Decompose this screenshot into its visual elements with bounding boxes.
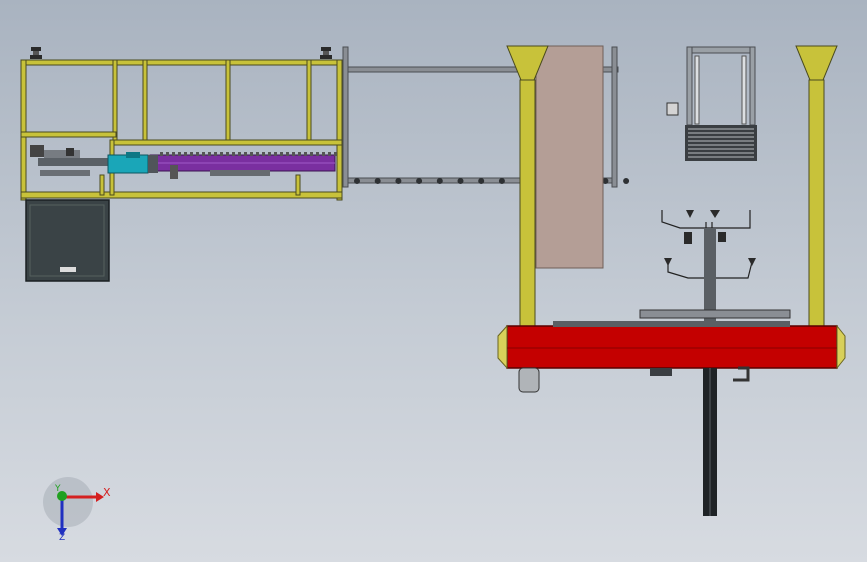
conveyor-cleat [166, 152, 169, 156]
conveyor-cleat [316, 152, 319, 156]
conveyor-cleat [238, 152, 241, 156]
conveyor-cleat [262, 152, 265, 156]
left-frame-assembly [20, 47, 343, 282]
chain-link [354, 178, 360, 184]
gripper-frame-top [685, 46, 757, 161]
conveyor-cleat [274, 152, 277, 156]
right-column [808, 79, 825, 331]
conveyor-cleat [298, 152, 301, 156]
conveyor-cleat [328, 152, 331, 156]
left-foot [518, 367, 540, 393]
chain-link [374, 178, 381, 184]
chain-link [457, 178, 464, 184]
conveyor-cleat [304, 152, 307, 156]
conveyor-cleat [244, 152, 247, 156]
conveyor-cleat [256, 152, 259, 156]
cad-viewport[interactable]: X Y Z [0, 0, 867, 562]
chain-link [623, 178, 630, 184]
right-column-cap [795, 45, 838, 86]
left-column [519, 79, 536, 331]
top-caster-right [320, 47, 332, 59]
chain-link [498, 178, 505, 184]
chain-link [436, 178, 443, 184]
conveyor-cleat [178, 152, 181, 156]
conveyor-cleat [292, 152, 295, 156]
conveyor-cleat [286, 152, 289, 156]
conveyor-cleat [214, 152, 217, 156]
conveyor-cleat [220, 152, 223, 156]
frame-bottom-rail [20, 191, 343, 199]
coordinate-triad [43, 477, 104, 536]
conveyor-cleat [334, 152, 337, 156]
top-caster-left [30, 47, 42, 59]
conveyor-cleat [268, 152, 271, 156]
conveyor-cleat [310, 152, 313, 156]
conveyor-cleat [172, 152, 175, 156]
conveyor-cleat [196, 152, 199, 156]
cad-model-scene[interactable] [0, 0, 867, 562]
cabinet-handle [60, 267, 76, 272]
conveyor-cleat [322, 152, 325, 156]
chain-link [395, 178, 402, 184]
right-portal-assembly [497, 45, 846, 516]
chain-link [416, 178, 423, 184]
conveyor-cleat [202, 152, 205, 156]
axis-x-label: X [103, 486, 111, 499]
conveyor-cleat [250, 152, 253, 156]
conveyor-cleat [190, 152, 193, 156]
conveyor-cleat [280, 152, 283, 156]
frame-top-rail [20, 59, 343, 66]
chain-link [478, 178, 485, 184]
conveyor-cleat [160, 152, 163, 156]
conveyor-cleat [184, 152, 187, 156]
axis-y-label: Y [55, 484, 61, 494]
frame-left-post [20, 59, 27, 201]
axis-z-label: Z [59, 533, 66, 543]
sensor-block [30, 145, 44, 157]
conveyor-cleat [208, 152, 211, 156]
red-base-beam [506, 325, 838, 369]
conveyor-cleat [232, 152, 235, 156]
small-bracket [666, 102, 679, 116]
conveyor-cleat [226, 152, 229, 156]
rear-panel [535, 45, 604, 269]
frame-right-post [336, 59, 343, 201]
